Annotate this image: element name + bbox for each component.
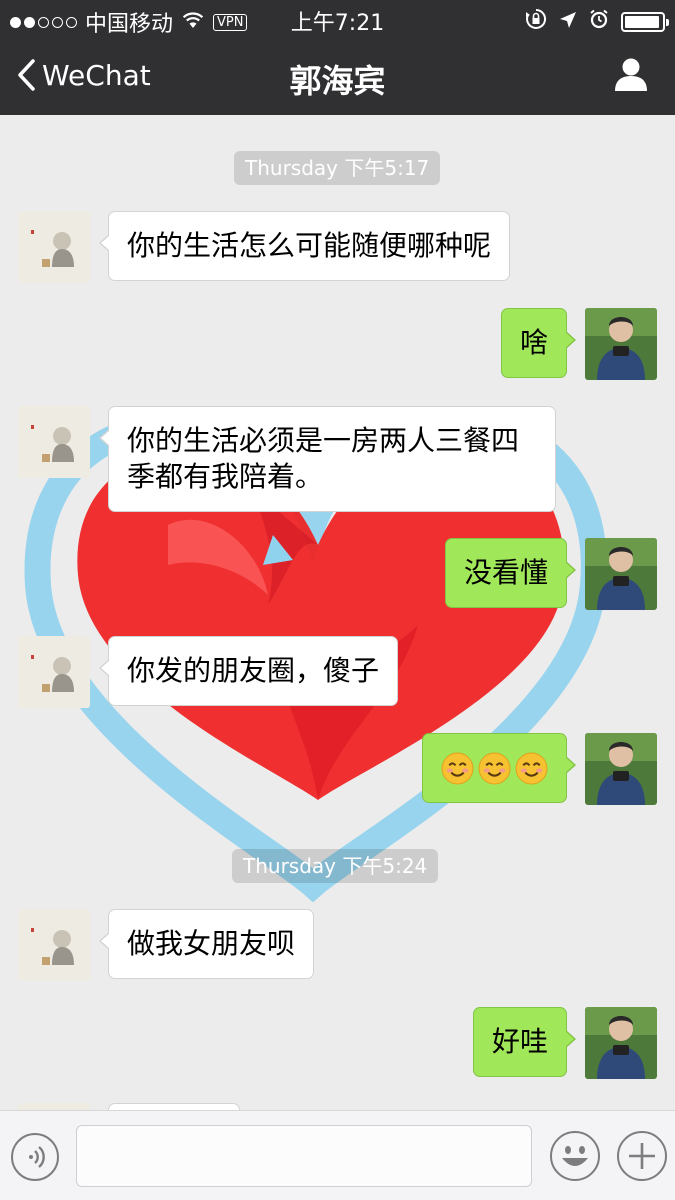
message-bubble-incoming[interactable]: 做我女朋友呗	[98, 909, 315, 979]
profile-photo-image	[585, 308, 657, 380]
profile-photo-image	[585, 1007, 657, 1079]
timestamp-label: Thursday 下午5:24	[232, 849, 439, 883]
contact-avatar[interactable]	[18, 636, 90, 708]
person-icon	[615, 58, 647, 91]
voice-button[interactable]	[10, 1132, 60, 1186]
profile-photo-image	[585, 733, 657, 805]
monk-illustration-image	[18, 636, 90, 708]
smiling-face-emoji	[478, 752, 511, 784]
status-right	[525, 8, 669, 36]
location-arrow-icon	[559, 10, 577, 35]
my-avatar[interactable]	[585, 733, 657, 805]
emoji-row	[441, 750, 548, 786]
message-bubble-incoming[interactable]: 你的生活怎么可能随便哪种呢	[98, 211, 511, 281]
contact-avatar[interactable]	[18, 1103, 90, 1110]
monk-illustration-image	[18, 1103, 90, 1110]
my-avatar[interactable]	[585, 538, 657, 610]
my-avatar[interactable]	[585, 308, 657, 380]
message-bubble-outgoing[interactable]	[422, 733, 576, 803]
message-line: 你的生活必须是一房两人三餐四	[127, 424, 520, 457]
message-bubble-incoming[interactable]: 你的生活必须是一房两人三餐四 季都有我陪着。	[99, 406, 556, 512]
monk-illustration-image	[18, 406, 90, 478]
message-bubble-outgoing[interactable]: 没看懂	[444, 538, 577, 608]
timestamp-label: Thursday 下午5:17	[234, 151, 441, 185]
smiling-face-emoji	[515, 752, 548, 784]
message-bubble-incoming[interactable]: 你发的朋友圈，傻子	[98, 636, 399, 706]
chat-area[interactable]: Thursday 下午5:17 Thursday 下午5:24 你的生活怎么可能…	[0, 115, 675, 1110]
my-avatar[interactable]	[585, 1007, 657, 1079]
emoji-icon	[550, 1131, 600, 1181]
emoji-button[interactable]	[549, 1130, 601, 1186]
status-bar: 中国移动 VPN 上午7:21	[0, 0, 675, 40]
profile-photo-image	[585, 538, 657, 610]
message-bubble-incoming[interactable]	[108, 1103, 240, 1110]
message-bubble-outgoing[interactable]: 好哇	[472, 1007, 577, 1077]
contact-avatar[interactable]	[18, 211, 90, 283]
monk-illustration-image	[18, 909, 90, 981]
chat-title: 郭海宾	[289, 62, 386, 100]
contact-avatar[interactable]	[18, 909, 90, 981]
chat-info-button[interactable]	[613, 56, 649, 96]
rotation-lock-icon	[525, 8, 547, 36]
monk-illustration-image	[18, 211, 90, 283]
alarm-icon	[589, 9, 609, 35]
voice-icon	[11, 1133, 59, 1181]
more-button[interactable]	[616, 1130, 668, 1186]
message-input[interactable]	[76, 1125, 532, 1187]
input-bar	[0, 1110, 675, 1200]
plus-icon	[617, 1131, 667, 1181]
message-line: 季都有我陪着。	[127, 460, 324, 493]
message-bubble-outgoing[interactable]: 啥	[500, 308, 577, 378]
contact-avatar[interactable]	[18, 406, 90, 478]
nav-bar: WeChat 郭海宾	[0, 40, 675, 115]
smiling-face-emoji	[441, 752, 474, 784]
battery-icon	[621, 12, 669, 32]
